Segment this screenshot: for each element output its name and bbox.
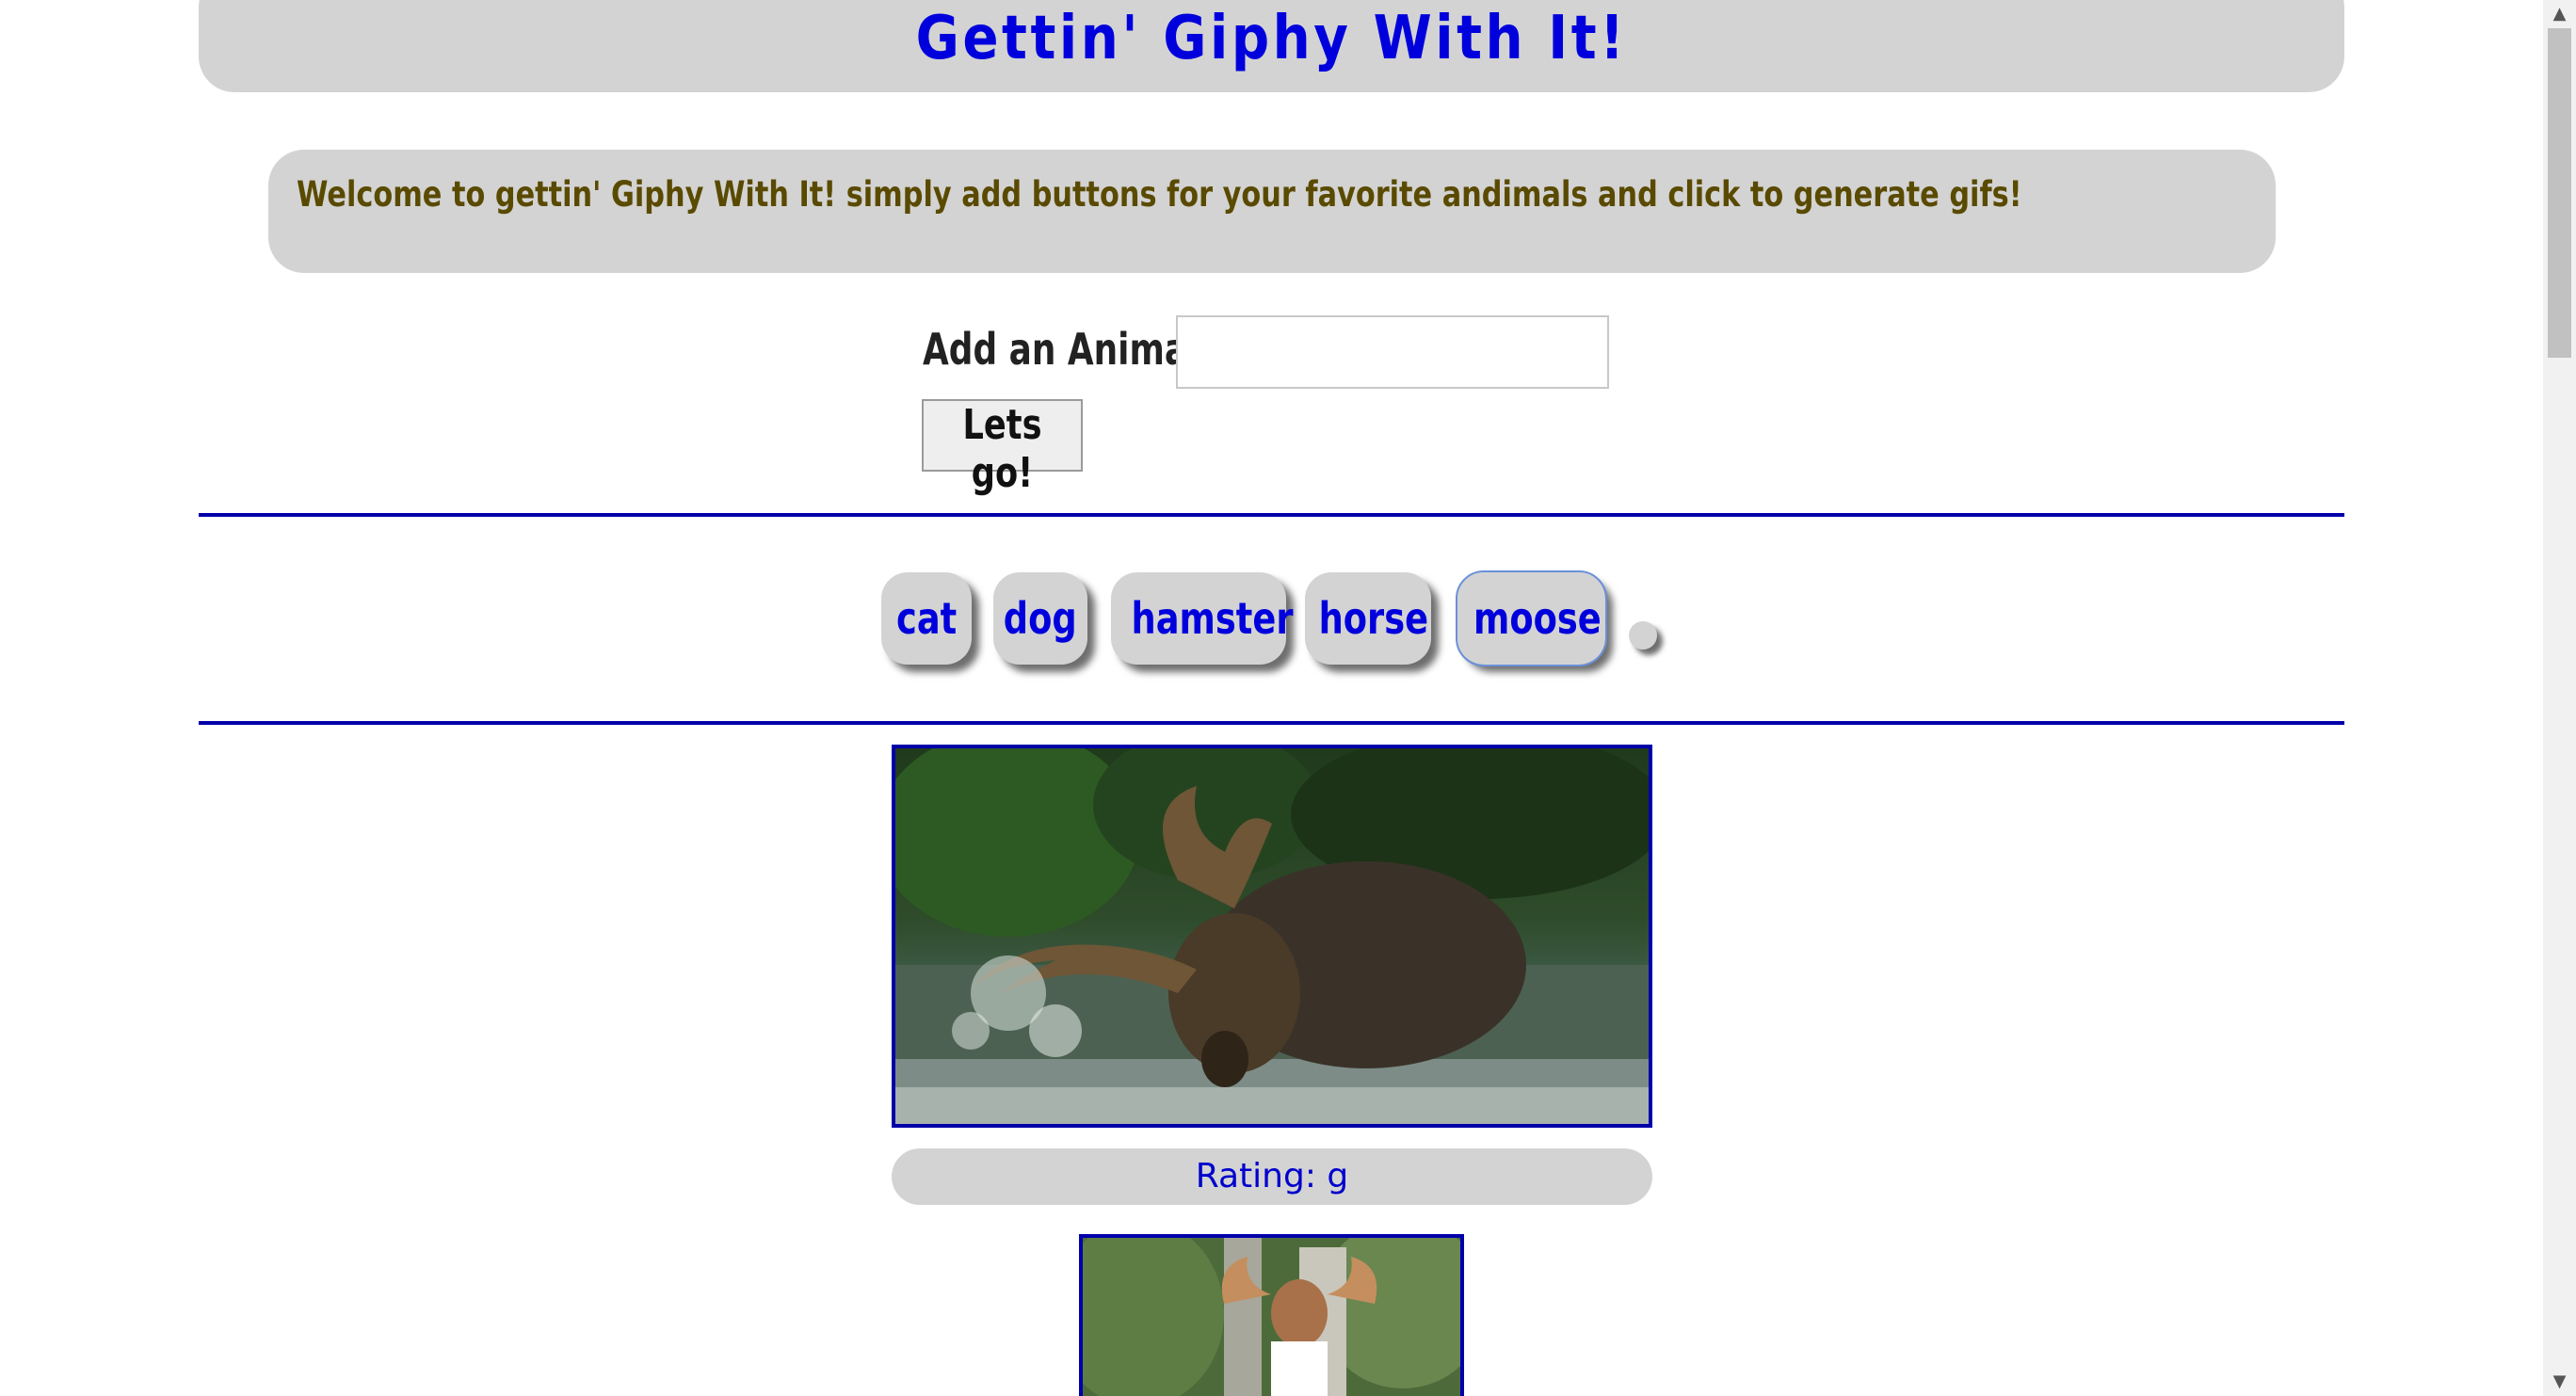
scroll-thumb[interactable] bbox=[2548, 28, 2571, 358]
animal-button-dog[interactable]: dog bbox=[993, 572, 1087, 665]
page: Gettin' Giphy With It! Welcome to gettin… bbox=[0, 0, 2576, 1396]
animal-button-label: moose bbox=[1473, 593, 1602, 644]
welcome-panel: Welcome to gettin' Giphy With It! simply… bbox=[268, 150, 2276, 273]
gif-moose-splash[interactable] bbox=[892, 745, 1652, 1128]
moose-splash-image bbox=[895, 748, 1649, 1124]
animal-button-label: hamster bbox=[1131, 593, 1294, 644]
animal-button-cat[interactable]: cat bbox=[881, 572, 972, 665]
animal-button-label: dog bbox=[1004, 593, 1077, 644]
add-animal-label: Add an Animal! bbox=[923, 324, 1215, 375]
animal-button-label: horse bbox=[1318, 593, 1429, 644]
triangle-up-icon[interactable]: ▲ bbox=[2543, 0, 2576, 28]
moose-costume-image bbox=[1083, 1238, 1460, 1396]
welcome-text: Welcome to gettin' Giphy With It! simply… bbox=[297, 174, 2022, 215]
lets-go-label: Lets go! bbox=[962, 401, 1042, 497]
divider-bottom bbox=[199, 721, 2344, 725]
triangle-down-icon[interactable]: ▼ bbox=[2543, 1368, 2576, 1396]
vertical-scrollbar[interactable]: ▲ ▼ bbox=[2543, 0, 2576, 1396]
gif-rating: Rating: g bbox=[892, 1148, 1652, 1205]
divider-top bbox=[199, 513, 2344, 517]
lets-go-button[interactable]: Lets go! bbox=[922, 399, 1083, 497]
animal-button-horse[interactable]: horse bbox=[1305, 572, 1431, 665]
page-title: Gettin' Giphy With It! bbox=[915, 4, 1628, 73]
animal-button-hamster[interactable]: hamster bbox=[1111, 572, 1293, 665]
gif-moose-costume[interactable] bbox=[1079, 1234, 1464, 1396]
empty-animal-button[interactable] bbox=[1629, 621, 1657, 650]
header-banner: Gettin' Giphy With It! bbox=[199, 0, 2344, 92]
animal-button-moose[interactable]: moose bbox=[1456, 570, 1607, 666]
animal-input[interactable] bbox=[1176, 315, 1609, 389]
animal-button-label: cat bbox=[895, 593, 958, 644]
